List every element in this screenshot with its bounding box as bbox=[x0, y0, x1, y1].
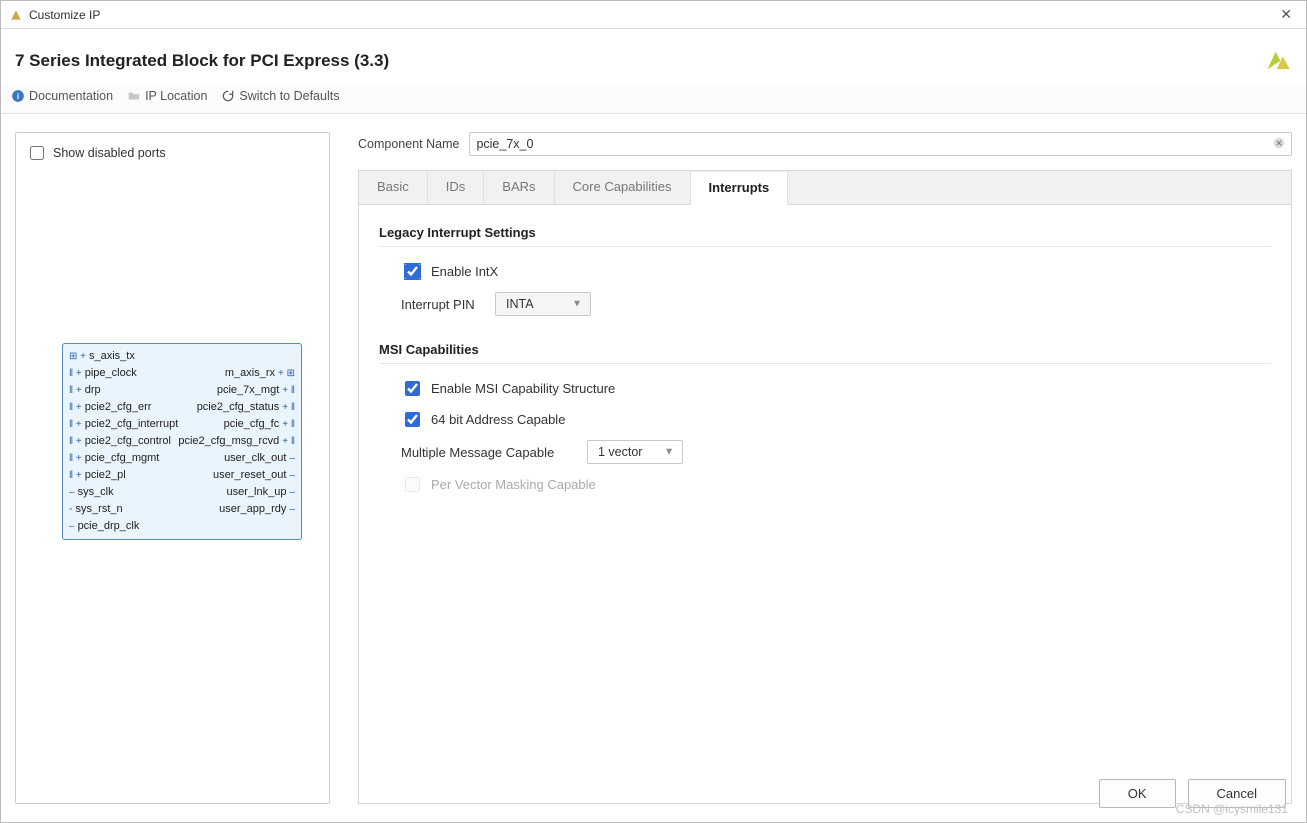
block-preview-pane: Show disabled ports ⊞ +s_axis_tx ‖ +pipe… bbox=[15, 132, 330, 804]
clear-icon[interactable] bbox=[1272, 136, 1286, 150]
toolbar: i Documentation IP Location Switch to De… bbox=[1, 85, 1306, 114]
switch-defaults-link[interactable]: Switch to Defaults bbox=[221, 89, 339, 103]
port-pin-icon: + ‖ bbox=[282, 400, 295, 415]
port-row: ⊞ +s_axis_tx bbox=[63, 348, 301, 365]
port-pin-icon: + ‖ bbox=[282, 383, 295, 398]
ip-location-link[interactable]: IP Location bbox=[127, 89, 207, 103]
per-vector-checkbox: Per Vector Masking Capable bbox=[401, 474, 596, 495]
addr64-input[interactable] bbox=[405, 412, 420, 427]
component-name-label: Component Name bbox=[358, 137, 459, 151]
port-pin-icon: – bbox=[69, 519, 75, 534]
port-pin-icon: ‖ + bbox=[69, 366, 82, 381]
enable-intx-label: Enable IntX bbox=[431, 264, 498, 279]
interrupt-pin-label: Interrupt PIN bbox=[401, 297, 481, 312]
mmc-value: 1 vector bbox=[598, 445, 642, 459]
port-pin-icon: ⊞ + bbox=[69, 349, 86, 364]
tab-ids[interactable]: IDs bbox=[428, 171, 485, 204]
mmc-label: Multiple Message Capable bbox=[401, 445, 573, 460]
port-row: ‖ +pcie2_cfg_interruptpcie_cfg_fc+ ‖ bbox=[63, 416, 301, 433]
chevron-down-icon: ▼ bbox=[664, 447, 674, 458]
refresh-icon bbox=[221, 89, 235, 103]
tabs: Basic IDs BARs Core Capabilities Interru… bbox=[358, 170, 1292, 204]
titlebar: Customize IP ✕ bbox=[1, 1, 1306, 29]
switch-defaults-label: Switch to Defaults bbox=[239, 89, 339, 103]
port-pin-icon: + ‖ bbox=[282, 417, 295, 432]
port-row: ◦sys_rst_nuser_app_rdy– bbox=[63, 501, 301, 518]
port-pin-icon: ‖ + bbox=[69, 417, 82, 432]
interrupt-pin-value: INTA bbox=[506, 297, 534, 311]
chevron-down-icon: ▼ bbox=[572, 299, 582, 310]
enable-msi-input[interactable] bbox=[405, 381, 420, 396]
addr64-checkbox[interactable]: 64 bit Address Capable bbox=[401, 409, 565, 430]
port-row: ‖ +pcie_cfg_mgmtuser_clk_out– bbox=[63, 450, 301, 467]
port-pin-icon: + ⊞ bbox=[278, 366, 295, 381]
mmc-select[interactable]: 1 vector ▼ bbox=[587, 440, 683, 464]
ok-button[interactable]: OK bbox=[1099, 779, 1176, 808]
tab-core-capabilities[interactable]: Core Capabilities bbox=[555, 171, 691, 204]
page-title: 7 Series Integrated Block for PCI Expres… bbox=[15, 51, 389, 71]
msi-capabilities-section: MSI Capabilities Enable MSI Capability S… bbox=[379, 342, 1271, 495]
port-pin-icon: – bbox=[289, 485, 295, 500]
interrupt-pin-select[interactable]: INTA ▼ bbox=[495, 292, 591, 316]
port-pin-icon: – bbox=[289, 451, 295, 466]
info-icon: i bbox=[11, 89, 25, 103]
window: Customize IP ✕ 7 Series Integrated Block… bbox=[0, 0, 1307, 823]
port-row: ‖ +pipe_clockm_axis_rx+ ⊞ bbox=[63, 365, 301, 382]
tab-bars[interactable]: BARs bbox=[484, 171, 554, 204]
per-vector-label: Per Vector Masking Capable bbox=[431, 477, 596, 492]
tab-interrupts[interactable]: Interrupts bbox=[691, 172, 789, 205]
port-pin-icon: – bbox=[289, 502, 295, 517]
header: 7 Series Integrated Block for PCI Expres… bbox=[1, 29, 1306, 85]
port-pin-icon: ‖ + bbox=[69, 383, 82, 398]
ip-location-label: IP Location bbox=[145, 89, 207, 103]
folder-icon bbox=[127, 89, 141, 103]
show-disabled-ports-label: Show disabled ports bbox=[53, 146, 166, 160]
port-pin-icon: ‖ + bbox=[69, 434, 82, 449]
svg-text:i: i bbox=[17, 92, 19, 101]
port-row: ‖ +drppcie_7x_mgt+ ‖ bbox=[63, 382, 301, 399]
vendor-logo-icon bbox=[1264, 47, 1292, 75]
port-row: –sys_clkuser_lnk_up– bbox=[63, 484, 301, 501]
port-pin-icon: ‖ + bbox=[69, 468, 82, 483]
port-pin-icon: ◦ bbox=[69, 502, 73, 517]
port-row: ‖ +pcie2_pluser_reset_out– bbox=[63, 467, 301, 484]
show-disabled-ports-checkbox[interactable]: Show disabled ports bbox=[26, 143, 319, 163]
enable-msi-label: Enable MSI Capability Structure bbox=[431, 381, 615, 396]
footer: OK Cancel bbox=[1099, 779, 1286, 808]
enable-msi-checkbox[interactable]: Enable MSI Capability Structure bbox=[401, 378, 615, 399]
port-pin-icon: – bbox=[69, 485, 75, 500]
legacy-interrupt-section: Legacy Interrupt Settings Enable IntX In… bbox=[379, 225, 1271, 316]
component-name-row: Component Name bbox=[358, 132, 1292, 156]
ip-block-symbol: ⊞ +s_axis_tx ‖ +pipe_clockm_axis_rx+ ⊞ ‖… bbox=[62, 343, 302, 540]
port-pin-icon: + ‖ bbox=[282, 434, 295, 449]
window-title: Customize IP bbox=[29, 8, 100, 22]
cancel-button[interactable]: Cancel bbox=[1188, 779, 1286, 808]
port-pin-icon: – bbox=[289, 468, 295, 483]
port-row: –pcie_drp_clk bbox=[63, 518, 301, 535]
documentation-label: Documentation bbox=[29, 89, 113, 103]
per-vector-input bbox=[405, 477, 420, 492]
close-icon[interactable]: ✕ bbox=[1274, 4, 1298, 25]
port-row: ‖ +pcie2_cfg_errpcie2_cfg_status+ ‖ bbox=[63, 399, 301, 416]
msi-capabilities-title: MSI Capabilities bbox=[379, 342, 1271, 357]
documentation-link[interactable]: i Documentation bbox=[11, 89, 113, 103]
show-disabled-ports-input[interactable] bbox=[30, 146, 44, 160]
legacy-interrupt-title: Legacy Interrupt Settings bbox=[379, 225, 1271, 240]
enable-intx-input[interactable] bbox=[405, 264, 420, 279]
divider bbox=[379, 246, 1271, 247]
component-name-input[interactable] bbox=[469, 132, 1292, 156]
port-pin-icon: ‖ + bbox=[69, 451, 82, 466]
config-pane: Component Name Basic IDs BARs Core Capab… bbox=[358, 132, 1292, 804]
tab-content-interrupts: Legacy Interrupt Settings Enable IntX In… bbox=[358, 204, 1292, 804]
divider bbox=[379, 363, 1271, 364]
tab-basic[interactable]: Basic bbox=[359, 171, 428, 204]
port-pin-icon: ‖ + bbox=[69, 400, 82, 415]
body: Show disabled ports ⊞ +s_axis_tx ‖ +pipe… bbox=[1, 114, 1306, 822]
app-icon bbox=[9, 8, 23, 22]
addr64-label: 64 bit Address Capable bbox=[431, 412, 565, 427]
enable-intx-checkbox[interactable]: Enable IntX bbox=[401, 261, 498, 282]
port-row: ‖ +pcie2_cfg_controlpcie2_cfg_msg_rcvd+ … bbox=[63, 433, 301, 450]
